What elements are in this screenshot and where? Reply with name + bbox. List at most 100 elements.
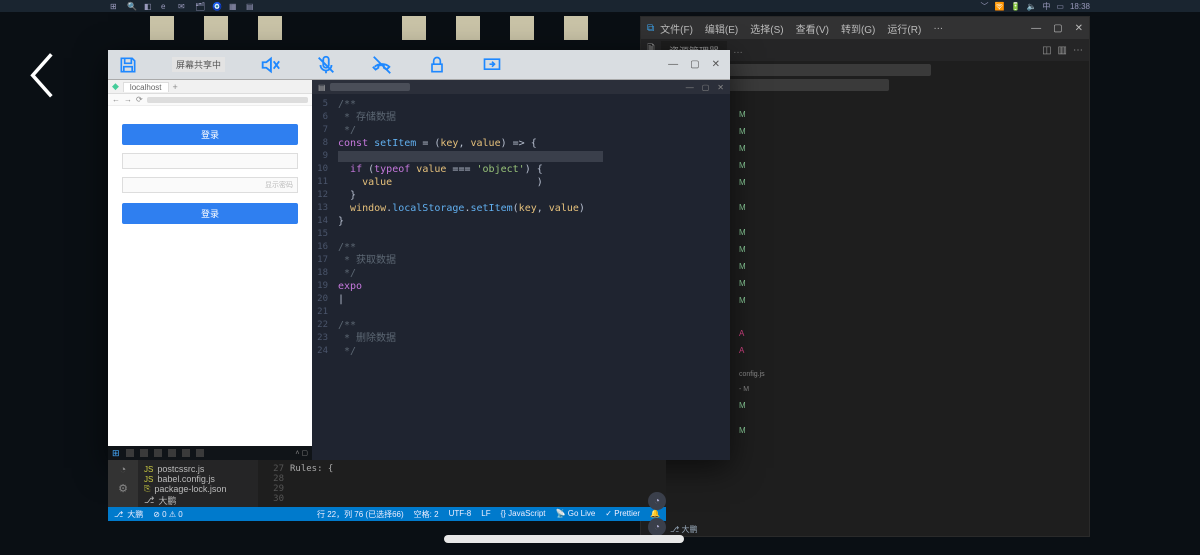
cursor-pos[interactable]: 行 22，列 76 (已选择66) (317, 509, 404, 520)
hangup-icon[interactable] (371, 54, 393, 76)
more-icon[interactable]: ⋯ (1073, 45, 1083, 56)
menu-run[interactable]: 运行(R) (887, 21, 921, 36)
lang-js[interactable]: {} JavaScript (501, 509, 546, 520)
save-icon[interactable] (118, 55, 138, 75)
tab-more[interactable]: … (733, 45, 743, 56)
title-bar: ⧉ 文件(F) 编辑(E) 选择(S) 查看(V) 转到(G) 运行(R) … … (641, 17, 1089, 39)
accounts-icon[interactable]: ◔ (120, 464, 127, 476)
close-icon[interactable]: ✕ (712, 59, 720, 70)
git-marker: M (739, 245, 765, 254)
thumb[interactable] (258, 16, 282, 40)
menu-goto[interactable]: 转到(G) (841, 21, 875, 36)
present-icon[interactable] (481, 55, 503, 75)
eye-icon[interactable]: 显示密码 (265, 180, 293, 190)
window-controls: — ▢ ✕ (1031, 23, 1083, 34)
thumb[interactable] (150, 16, 174, 40)
thumb[interactable] (564, 16, 588, 40)
maximize-icon[interactable]: ▢ (1053, 23, 1062, 34)
mail-icon[interactable]: ✉ (178, 2, 187, 11)
search-icon[interactable]: 🔍 (127, 2, 136, 11)
layout-icon[interactable]: ▥ (1058, 45, 1067, 56)
git-marker: M (739, 426, 765, 435)
back-icon[interactable]: ← (112, 95, 120, 104)
git-marker: A (739, 329, 765, 338)
file-item[interactable]: ⎘package-lock.json (144, 484, 252, 494)
address-bar[interactable]: ← → ⟳ (108, 94, 312, 106)
volume-icon[interactable]: 🔈 (1026, 2, 1036, 11)
settings-icon[interactable]: ⚙ (118, 482, 128, 495)
fwd-icon[interactable]: → (124, 95, 132, 104)
split-icon[interactable]: ◫ (1042, 45, 1051, 56)
clock: 18:38 (1070, 2, 1090, 11)
login-button[interactable]: 登录 (122, 203, 298, 224)
git-branch[interactable]: ⎇ 大鹏 (114, 509, 143, 520)
git-marker: M (739, 228, 765, 237)
icon-excel[interactable]: ▦ (229, 2, 238, 11)
start-icon[interactable]: ⊞ (110, 2, 119, 11)
git-marker: M (739, 279, 765, 288)
notif-icon[interactable]: ▭ (1056, 2, 1064, 11)
avatar[interactable]: ◔ (648, 518, 666, 536)
minimize-icon[interactable]: — (1031, 23, 1041, 34)
icon-word[interactable]: ▤ (246, 2, 255, 11)
password-field[interactable]: 显示密码 (122, 177, 298, 193)
reload-icon[interactable]: ⟳ (136, 95, 143, 104)
lock-icon[interactable] (427, 54, 447, 76)
username-field[interactable] (122, 153, 298, 169)
system-tray: ﹀ 🛜 🔋 🔈 中 ▭ 18:38 (981, 1, 1200, 12)
menu-file[interactable]: 文件(F) (660, 21, 693, 36)
back-button[interactable] (28, 52, 56, 92)
git-marker: M (739, 144, 765, 153)
taskview-icon[interactable]: ◧ (144, 2, 153, 11)
explorer-icon[interactable]: 🗂 (195, 2, 204, 11)
mic-mute-icon[interactable] (315, 54, 337, 76)
menu-view[interactable]: 查看(V) (796, 21, 829, 36)
avatar[interactable]: ◔ (648, 492, 666, 510)
thumb[interactable] (402, 16, 426, 40)
battery-icon[interactable]: 🔋 (1010, 2, 1020, 11)
input-icon[interactable]: 中 (1042, 1, 1050, 12)
chevron-up-icon[interactable]: ﹀ (981, 1, 989, 12)
code-editor[interactable]: /** * 存储数据 */ const setItem = (key, valu… (332, 94, 730, 460)
horizontal-scrollbar[interactable] (444, 535, 684, 543)
file-item[interactable]: JSpostcssrc.js (144, 464, 252, 474)
close-icon[interactable]: ✕ (1075, 23, 1083, 34)
go-live[interactable]: 📡 Go Live (556, 509, 596, 520)
branch-icon: ⎇ (114, 510, 123, 519)
menu-more[interactable]: … (933, 21, 943, 36)
encoding[interactable]: UTF-8 (449, 509, 472, 520)
store-icon[interactable]: 🧿 (212, 2, 221, 11)
editor-area[interactable] (669, 61, 1089, 536)
menu-edit[interactable]: 编辑(E) (705, 21, 738, 36)
git-marker: M (739, 127, 765, 136)
branch-row[interactable]: ⎇大鹏 (144, 494, 252, 507)
browser-tab[interactable]: localhost (123, 82, 169, 92)
maximize-icon[interactable]: ▢ (702, 83, 710, 92)
minimize-icon[interactable]: — (686, 83, 694, 92)
prettier[interactable]: ✓ Prettier (605, 509, 640, 520)
system-icons: ⊞ 🔍 ◧ e ✉ 🗂 🧿 ▦ ▤ (0, 2, 255, 11)
close-icon[interactable]: ✕ (717, 83, 724, 92)
git-marker: M (739, 110, 765, 119)
spaces[interactable]: 空格: 2 (414, 509, 439, 520)
maximize-icon[interactable]: ▢ (690, 59, 699, 70)
screen-share-panel: 屏幕共享中 — ▢ ✕ ◆ localhost + (108, 50, 730, 460)
errors[interactable]: ⊘ 0 ⚠ 0 (153, 510, 182, 519)
thumb[interactable] (456, 16, 480, 40)
thumb[interactable] (204, 16, 228, 40)
preview-taskbar: ⊞ ˄ ▢ (108, 446, 312, 460)
speaker-mute-icon[interactable] (259, 54, 281, 76)
branch-icon: ⎇ (144, 495, 154, 506)
tray-up-icon[interactable]: ˄ ▢ (295, 449, 308, 457)
thumb[interactable] (510, 16, 534, 40)
start-icon[interactable]: ⊞ (112, 448, 120, 459)
minimize-icon[interactable]: — (668, 59, 678, 70)
wifi-icon[interactable]: 🛜 (995, 2, 1005, 11)
new-tab-icon[interactable]: + (173, 82, 178, 92)
browser-preview: ◆ localhost + ← → ⟳ 登录 显示密码 登录 (108, 80, 312, 460)
file-item[interactable]: JSbabel.config.js (144, 474, 252, 484)
edge-icon[interactable]: e (161, 2, 170, 11)
eol[interactable]: LF (481, 509, 490, 520)
menu-select[interactable]: 选择(S) (750, 21, 783, 36)
git-marker: A (739, 346, 765, 355)
